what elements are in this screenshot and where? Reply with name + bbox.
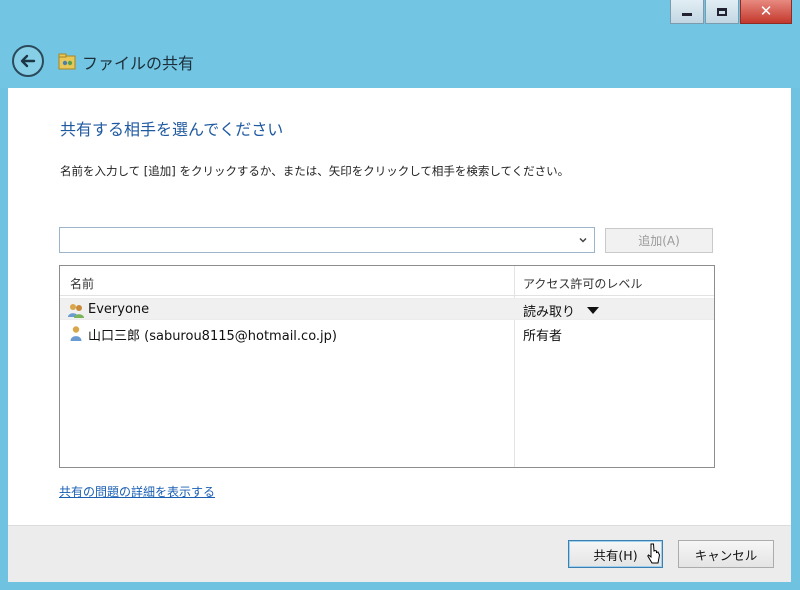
maximize-button[interactable] (705, 0, 739, 24)
list-header: 名前 アクセス許可のレベル (60, 266, 714, 296)
dialog-content: 共有する相手を選んでください 名前を入力して [追加] をクリックするか、または… (8, 88, 791, 525)
permission-value: 所有者 (523, 329, 563, 344)
mouse-pointer-icon (647, 543, 661, 564)
page-title: 共有する相手を選んでください (60, 120, 284, 139)
minimize-icon (682, 13, 692, 16)
list-item-name: 山口三郎 (saburou8115@hotmail.co.jp) (88, 329, 337, 344)
chevron-down-icon[interactable] (578, 235, 588, 245)
dialog-footer: 共有(H) キャンセル (8, 525, 791, 583)
close-icon: ✕ (759, 2, 773, 20)
maximize-icon (717, 7, 727, 16)
window-bottom-border (0, 582, 800, 590)
group-users-icon (68, 304, 84, 318)
list-item-name: Everyone (88, 302, 150, 317)
permission-value: 読み取り (523, 305, 576, 320)
share-list: 名前 アクセス許可のレベル Everyone 読み取り 山口三郎 (saburo… (59, 265, 715, 468)
add-button[interactable]: 追加(A) (605, 228, 713, 253)
back-arrow-icon (20, 54, 36, 68)
close-button[interactable]: ✕ (740, 0, 792, 24)
list-item-owner[interactable]: 山口三郎 (saburou8115@hotmail.co.jp) 所有者 (60, 322, 714, 344)
window-controls: ✕ (669, 0, 792, 30)
instructions-text: 名前を入力して [追加] をクリックするか、または、矢印をクリックして相手を検索… (60, 164, 570, 178)
permission-dropdown[interactable]: 読み取り (523, 301, 600, 320)
cancel-button[interactable]: キャンセル (678, 540, 774, 568)
name-input[interactable] (64, 231, 568, 251)
user-icon (70, 326, 82, 341)
caret-down-icon[interactable] (587, 307, 600, 314)
shared-folder-icon (58, 53, 76, 70)
name-combobox[interactable] (59, 227, 595, 253)
list-item-everyone[interactable]: Everyone 読み取り (60, 298, 714, 320)
window-title: ファイルの共有 (82, 54, 195, 73)
column-divider (514, 266, 515, 467)
title-bar: ✕ ファイルの共有 (0, 0, 800, 88)
column-header-permission[interactable]: アクセス許可のレベル (523, 275, 642, 292)
back-button[interactable] (12, 45, 44, 77)
minimize-button[interactable] (670, 0, 704, 24)
column-header-name[interactable]: 名前 (70, 275, 94, 292)
share-dialog-window: ✕ ファイルの共有 共有する相手を選んでください 名前を入力して [追加] をク… (0, 0, 800, 590)
sharing-help-link[interactable]: 共有の問題の詳細を表示する (59, 483, 215, 500)
